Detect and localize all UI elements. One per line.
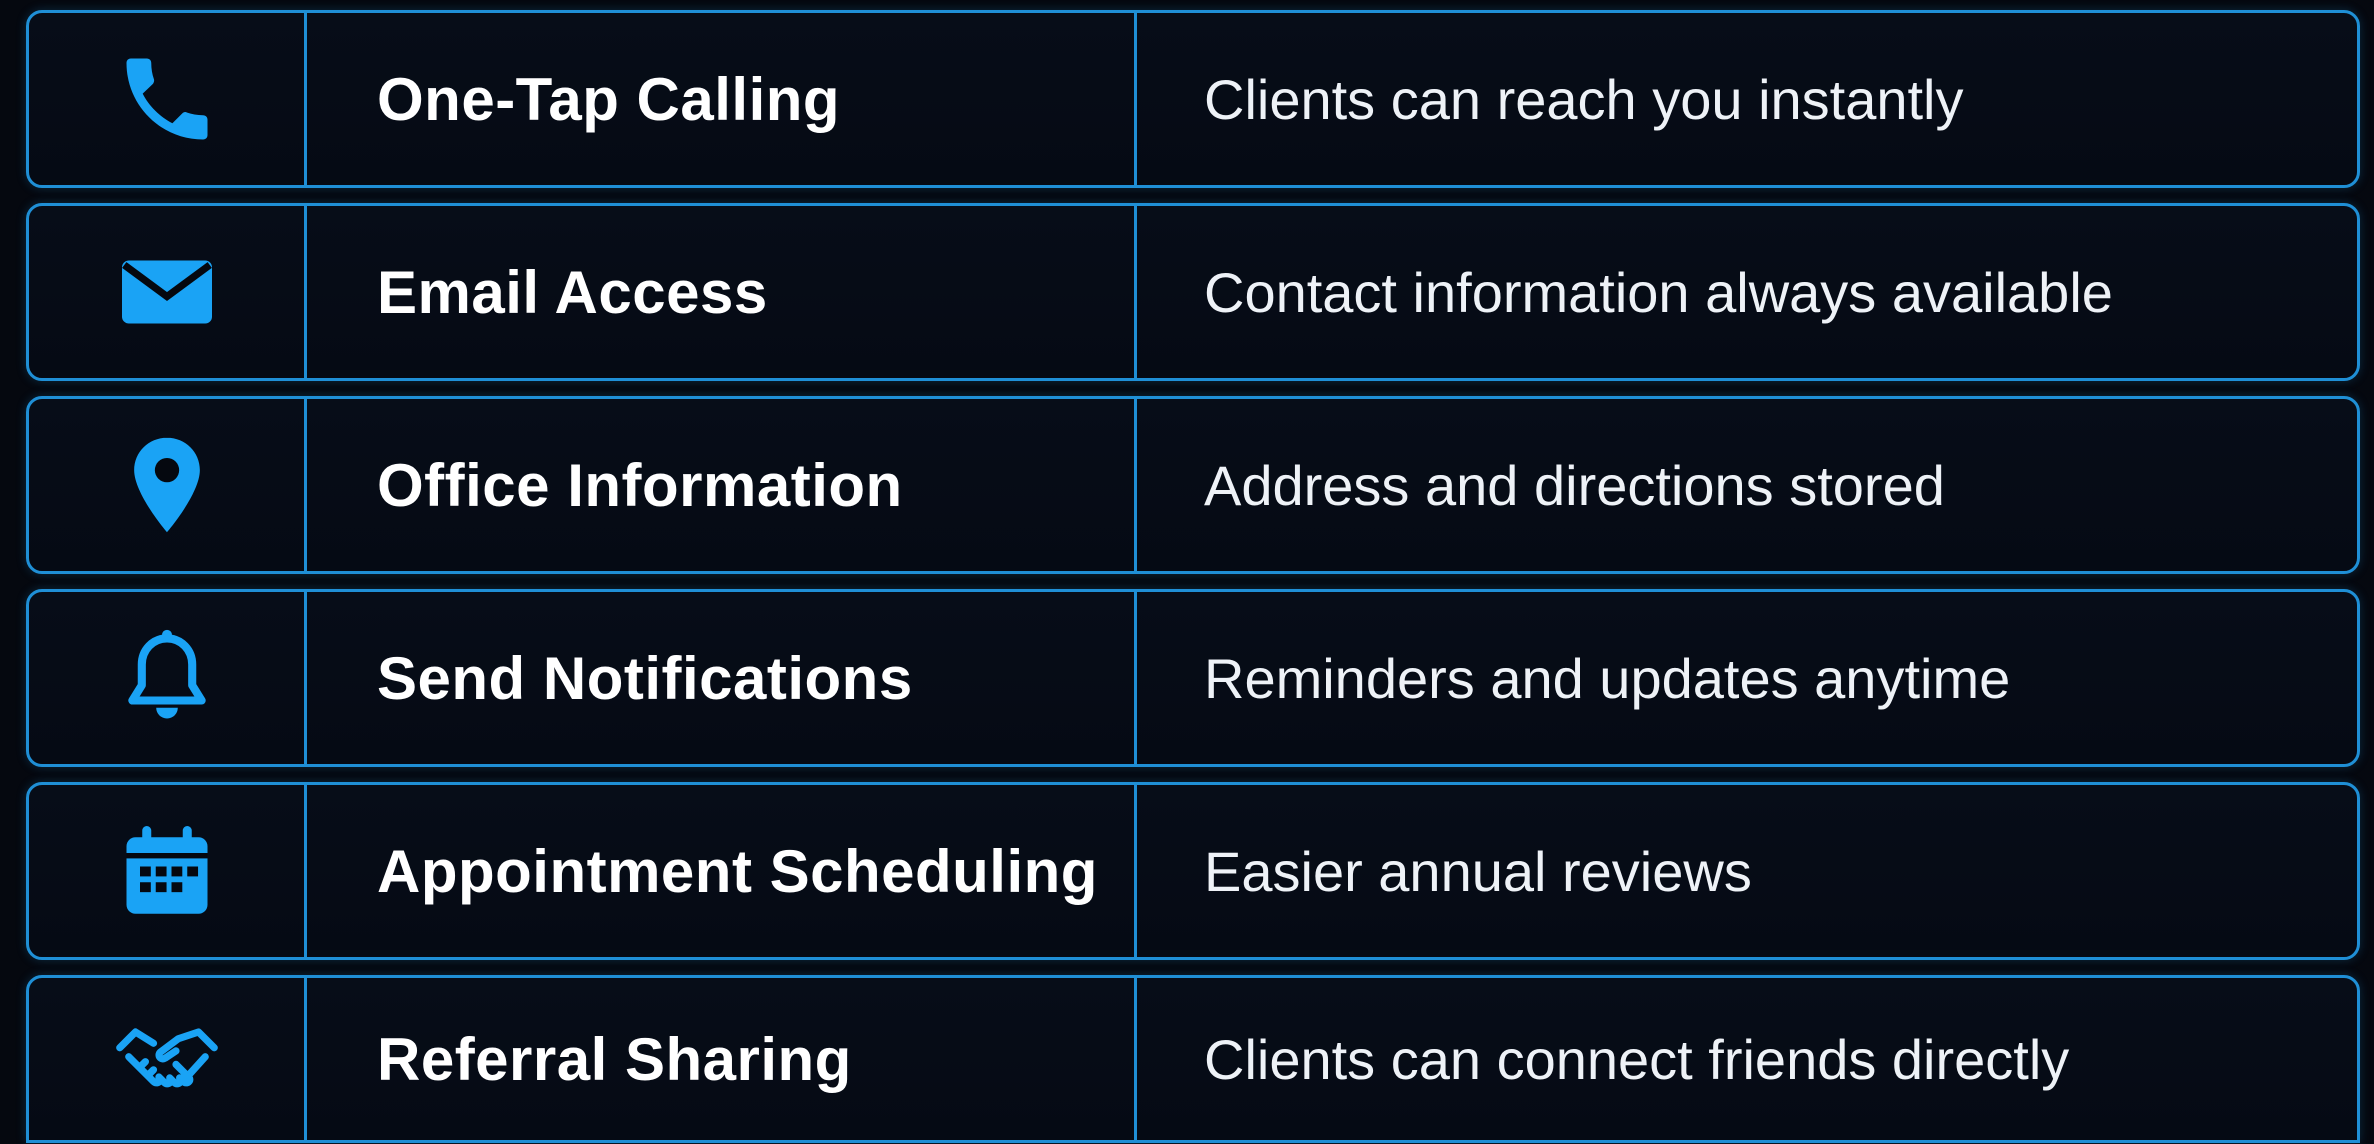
feature-row-send-notifications: Send Notifications Reminders and updates… (26, 589, 2360, 767)
phone-icon (29, 13, 304, 185)
column-divider (304, 785, 307, 957)
feature-row-referral-sharing: Referral Sharing Clients can connect fri… (26, 975, 2360, 1143)
column-divider (1134, 206, 1137, 378)
column-divider (1134, 592, 1137, 764)
feature-title: One-Tap Calling (377, 65, 841, 133)
handshake-icon (29, 978, 304, 1140)
feature-title: Appointment Scheduling (377, 837, 1098, 905)
column-divider (304, 206, 307, 378)
envelope-icon (29, 206, 304, 378)
feature-row-one-tap-calling: One-Tap Calling Clients can reach you in… (26, 10, 2360, 188)
feature-title: Send Notifications (377, 644, 913, 712)
feature-title: Email Access (377, 258, 768, 326)
feature-title: Referral Sharing (377, 1025, 852, 1093)
column-divider (304, 592, 307, 764)
feature-row-email-access: Email Access Contact information always … (26, 203, 2360, 381)
calendar-icon (29, 785, 304, 957)
column-divider (1134, 785, 1137, 957)
feature-description: Reminders and updates anytime (1204, 646, 2011, 710)
column-divider (1134, 399, 1137, 571)
location-pin-icon (29, 399, 304, 571)
bell-icon (29, 592, 304, 764)
column-divider (1134, 978, 1137, 1140)
column-divider (304, 399, 307, 571)
feature-row-office-information: Office Information Address and direction… (26, 396, 2360, 574)
feature-description: Contact information always available (1204, 260, 2113, 324)
feature-row-appointment-scheduling: Appointment Scheduling Easier annual rev… (26, 782, 2360, 960)
feature-description: Clients can reach you instantly (1204, 67, 1964, 131)
feature-description: Easier annual reviews (1204, 839, 1752, 903)
feature-title: Office Information (377, 451, 903, 519)
feature-description: Address and directions stored (1204, 453, 1945, 517)
column-divider (304, 13, 307, 185)
column-divider (1134, 13, 1137, 185)
column-divider (304, 978, 307, 1140)
feature-table: One-Tap Calling Clients can reach you in… (0, 0, 2374, 1144)
feature-description: Clients can connect friends directly (1204, 1027, 2070, 1091)
